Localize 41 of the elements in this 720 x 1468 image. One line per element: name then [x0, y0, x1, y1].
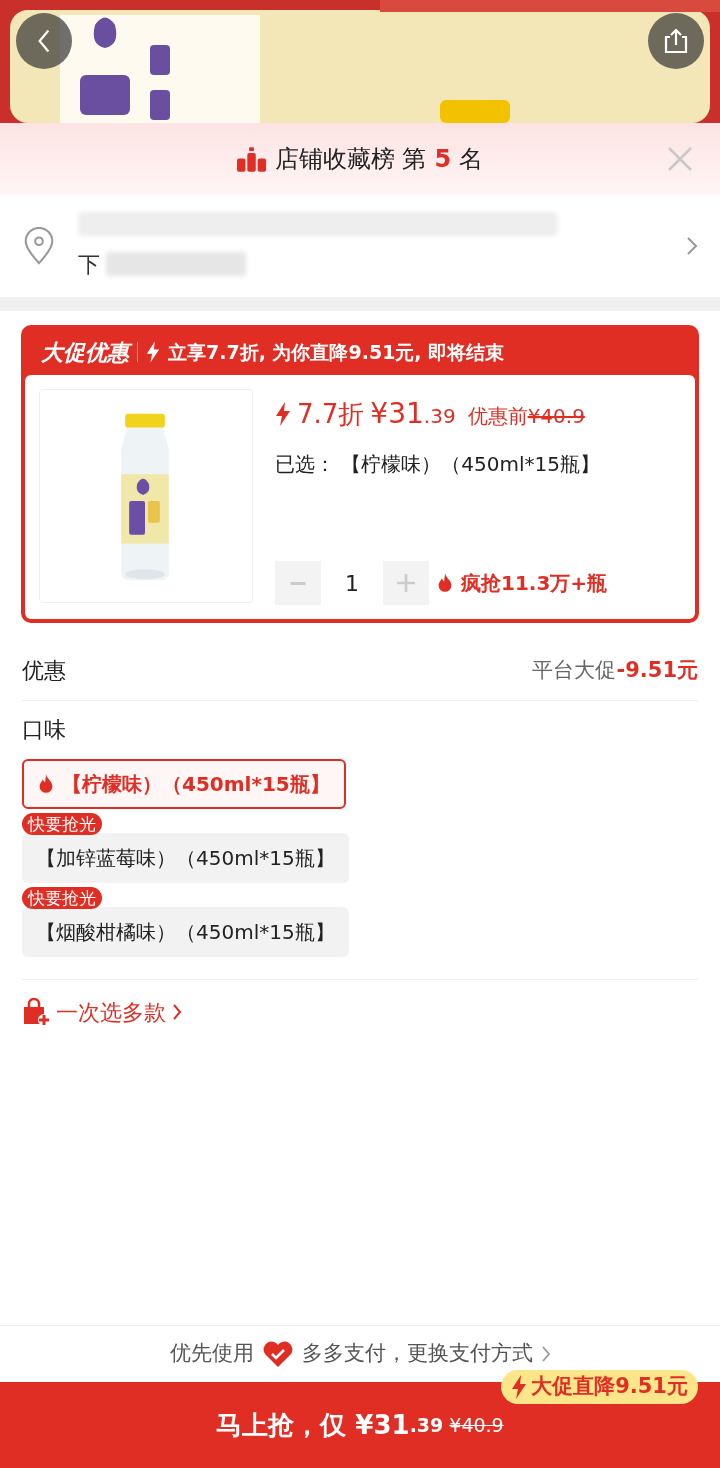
sold-count: 疯抢11.3万+瓶 — [461, 570, 608, 597]
lightning-icon — [146, 341, 160, 363]
discount-label: 优惠 — [22, 657, 66, 685]
shopping-bag-plus-icon — [22, 998, 50, 1026]
discount-detail: 平台大促-9.51元 — [532, 656, 698, 684]
decrease-button[interactable] — [275, 561, 321, 605]
ranking-text: 店铺收藏榜 第 — [274, 144, 427, 175]
heart-check-icon — [261, 1340, 294, 1368]
flame-icon — [437, 573, 453, 593]
chevron-icon — [686, 236, 698, 256]
promo-headline: 立享7.7折, 为你直降9.51元, 即将结束 — [168, 339, 505, 365]
sale-price: ¥31.39 — [370, 396, 456, 432]
lightning-icon — [511, 1374, 528, 1400]
multi-select-link[interactable]: 一次选多款 — [22, 980, 182, 1044]
flavor-title: 口味 — [22, 715, 66, 744]
address-text: 下 — [78, 250, 100, 279]
flame-icon — [38, 774, 54, 794]
ranking-suffix: 名 — [459, 144, 484, 175]
low-stock-badge: 快要抢光 — [22, 887, 102, 909]
chevron-icon — [172, 1003, 182, 1021]
flavor-option[interactable]: 【柠檬味）（450ml*15瓶】 — [22, 759, 346, 809]
address-row[interactable]: 下 — [0, 195, 720, 297]
plus-icon — [397, 574, 415, 592]
share-icon — [662, 27, 690, 55]
back-icon — [37, 28, 51, 54]
chevron-icon — [540, 1345, 551, 1363]
location-icon — [22, 227, 56, 265]
selected-variant: 已选： 【柠檬味）（450ml*15瓶】 — [275, 451, 602, 478]
ranking-icon — [236, 146, 267, 172]
close-button[interactable] — [666, 145, 694, 173]
close-icon — [666, 145, 694, 173]
original-price-label: 优惠前¥40.9 — [467, 403, 585, 430]
low-stock-badge: 快要抢光 — [22, 813, 102, 835]
minus-icon — [289, 581, 307, 585]
flavor-option[interactable]: 【烟酸柑橘味）（450ml*15瓶】 — [22, 907, 349, 957]
ranking-number: 5 — [434, 144, 452, 175]
quantity-value: 1 — [344, 569, 360, 598]
increase-button[interactable] — [383, 561, 429, 605]
discount-rate: 7.7折 — [297, 398, 365, 431]
flavor-option[interactable]: 【加锌蓝莓味）（450ml*15瓶】 — [22, 833, 349, 883]
lightning-icon — [275, 402, 291, 426]
